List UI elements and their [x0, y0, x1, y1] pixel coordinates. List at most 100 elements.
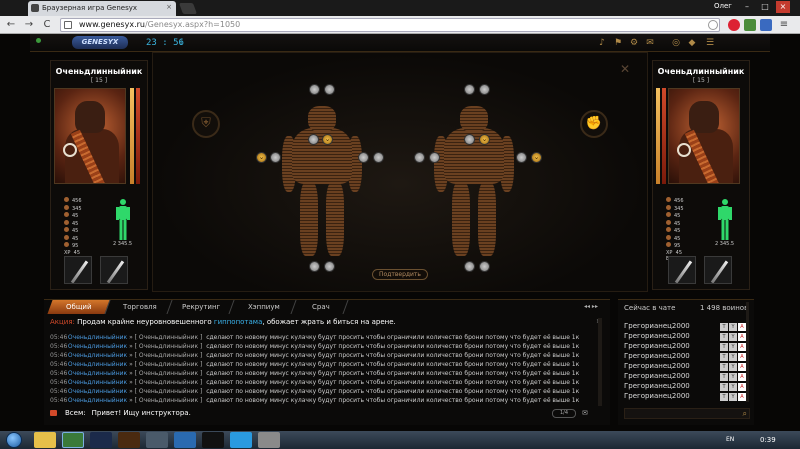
- defense-slot-right-arm-a[interactable]: [358, 152, 369, 163]
- info-icon[interactable]: Y: [729, 363, 737, 371]
- msg-recipient[interactable]: [ Оченьдлинныйник ]: [135, 343, 203, 350]
- online-user-row[interactable]: Грегорианец2000 T Y A: [624, 372, 750, 382]
- attack-icon[interactable]: A: [738, 323, 746, 331]
- online-user-row[interactable]: Грегорианец2000 T Y A: [624, 342, 750, 352]
- info-icon[interactable]: i: [180, 38, 182, 47]
- game-logo[interactable]: GENESYX: [72, 36, 128, 49]
- msg-recipient[interactable]: [ Оченьдлинныйник ]: [135, 361, 203, 368]
- msg-user[interactable]: Оченьдлинныйник: [68, 334, 127, 341]
- attack-slot-legs-a[interactable]: [464, 261, 475, 272]
- player-name[interactable]: Оченьдлинныйник: [50, 67, 148, 76]
- online-user-row[interactable]: Грегорианец2000 T Y A: [624, 352, 750, 362]
- defense-slot-legs-b[interactable]: [324, 261, 335, 272]
- close-icon[interactable]: ✕: [620, 62, 630, 76]
- private-msg-icon[interactable]: T: [720, 343, 728, 351]
- online-user-name[interactable]: Грегорианец2000: [624, 342, 690, 350]
- taskbar-paint-icon[interactable]: [258, 432, 280, 448]
- msg-recipient[interactable]: [ Оченьдлинныйник ]: [135, 379, 203, 386]
- online-user-name[interactable]: Грегорианец2000: [624, 392, 690, 400]
- attack-icon[interactable]: A: [738, 373, 746, 381]
- chat-tab-recruiting[interactable]: Рекрутинг: [169, 300, 235, 314]
- online-user-row[interactable]: Грегорианец2000 T Y A: [624, 332, 750, 342]
- attack-slot-left-arm-a[interactable]: [414, 152, 425, 163]
- defense-slot-left-arm-selected[interactable]: ⌄: [256, 152, 267, 163]
- private-msg-icon[interactable]: T: [720, 353, 728, 361]
- online-user-name[interactable]: Грегорианец2000: [624, 372, 690, 380]
- confirm-button[interactable]: Подтвердить: [372, 269, 428, 280]
- attack-slot-left-arm-b[interactable]: [429, 152, 440, 163]
- maximize-icon[interactable]: □: [758, 1, 772, 13]
- taskbar-chrome-icon[interactable]: [62, 432, 84, 448]
- language-indicator[interactable]: EN: [726, 436, 734, 443]
- player-portrait[interactable]: [54, 88, 126, 184]
- chat-tab-general[interactable]: Общий: [47, 300, 111, 314]
- online-user-name[interactable]: Грегорианец2000: [624, 352, 690, 360]
- attack-slot-head-a[interactable]: [464, 84, 475, 95]
- chat-send-icon[interactable]: ✉: [582, 409, 588, 417]
- chat-input[interactable]: Всем: Привет! Ищу инструктора.: [50, 409, 606, 420]
- msg-user[interactable]: Оченьдлинныйник: [68, 352, 127, 359]
- attack-fist-icon[interactable]: ✊: [580, 110, 608, 138]
- taskbar-illustrator-icon[interactable]: [118, 432, 140, 448]
- info-icon[interactable]: Y: [729, 383, 737, 391]
- topbar-icon-2[interactable]: ⚑: [612, 38, 624, 49]
- online-user-row[interactable]: Грегорианец2000 T Y A: [624, 362, 750, 372]
- online-search-input[interactable]: ⌕: [624, 408, 750, 419]
- address-bar[interactable]: www.genesyx.ru/Genesyx.aspx?h=1050: [60, 18, 720, 32]
- search-icon[interactable]: ⌕: [743, 409, 747, 419]
- tab-close-icon[interactable]: ×: [166, 3, 172, 11]
- topbar-icon-1[interactable]: ♪: [596, 38, 608, 49]
- weapon-slot-2[interactable]: [100, 256, 128, 284]
- private-msg-icon[interactable]: T: [720, 373, 728, 381]
- private-msg-icon[interactable]: T: [720, 323, 728, 331]
- bookmark-star-icon[interactable]: [708, 20, 718, 30]
- msg-recipient[interactable]: [ Оченьдлинныйник ]: [135, 370, 203, 377]
- extension-icon-2[interactable]: [760, 19, 772, 31]
- taskbar-app-icon[interactable]: [146, 432, 168, 448]
- chat-recipient-label[interactable]: Всем:: [65, 409, 86, 417]
- body-silhouette-icon[interactable]: [115, 198, 131, 242]
- chat-tab-nav[interactable]: ◂◂ ▸▸: [584, 303, 598, 310]
- chat-tab-srach[interactable]: Срач: [293, 300, 349, 314]
- attack-icon[interactable]: A: [738, 393, 746, 401]
- defense-slot-head-a[interactable]: [309, 84, 320, 95]
- attack-slot-chest-a[interactable]: [464, 134, 475, 145]
- menu-icon[interactable]: ≡: [778, 19, 790, 31]
- close-window-icon[interactable]: ×: [776, 1, 790, 13]
- private-msg-icon[interactable]: T: [720, 393, 728, 401]
- attack-slot-right-arm-selected[interactable]: ⌄: [531, 152, 542, 163]
- online-user-row[interactable]: Грегорианец2000 T Y A: [624, 382, 750, 392]
- extension-icon[interactable]: [744, 19, 756, 31]
- defense-slot-legs-a[interactable]: [309, 261, 320, 272]
- topbar-icon-4[interactable]: ✉: [644, 38, 656, 49]
- private-msg-icon[interactable]: T: [720, 363, 728, 371]
- profile-name[interactable]: Олег: [714, 2, 732, 10]
- online-user-name[interactable]: Грегорианец2000: [624, 332, 690, 340]
- msg-user[interactable]: Оченьдлинныйник: [68, 379, 127, 386]
- attack-icon[interactable]: A: [738, 383, 746, 391]
- attack-icon[interactable]: A: [738, 353, 746, 361]
- msg-user[interactable]: Оченьдлинныйник: [68, 343, 127, 350]
- reload-icon[interactable]: C: [40, 16, 54, 34]
- info-icon[interactable]: Y: [729, 343, 737, 351]
- defense-slot-chest-a[interactable]: [308, 134, 319, 145]
- chat-mode-icon[interactable]: [50, 410, 57, 416]
- chat-scrollbar[interactable]: [598, 318, 602, 406]
- online-user-name[interactable]: Грегорианец2000: [624, 322, 690, 330]
- info-icon[interactable]: Y: [729, 333, 737, 341]
- topbar-icon-7[interactable]: ☰: [704, 38, 716, 49]
- chat-send-counter[interactable]: 1/4: [552, 409, 576, 418]
- taskbar-visualstudio-icon[interactable]: [174, 432, 196, 448]
- msg-user[interactable]: Оченьдлинныйник: [68, 397, 127, 404]
- browser-tab[interactable]: Браузерная игра Genesyx ×: [28, 1, 176, 16]
- msg-recipient[interactable]: [ Оченьдлинныйник ]: [135, 334, 203, 341]
- system-clock[interactable]: 0:39: [760, 436, 776, 444]
- minimize-icon[interactable]: –: [740, 1, 754, 13]
- opponent-weapon-slot-2[interactable]: [704, 256, 732, 284]
- info-icon[interactable]: Y: [729, 373, 737, 381]
- attack-icon[interactable]: A: [738, 363, 746, 371]
- defense-slot-chest-selected[interactable]: ⌄: [322, 134, 333, 145]
- online-user-row[interactable]: Грегорианец2000 T Y A: [624, 392, 750, 402]
- msg-recipient[interactable]: [ Оченьдлинныйник ]: [135, 352, 203, 359]
- msg-recipient[interactable]: [ Оченьдлинныйник ]: [135, 388, 203, 395]
